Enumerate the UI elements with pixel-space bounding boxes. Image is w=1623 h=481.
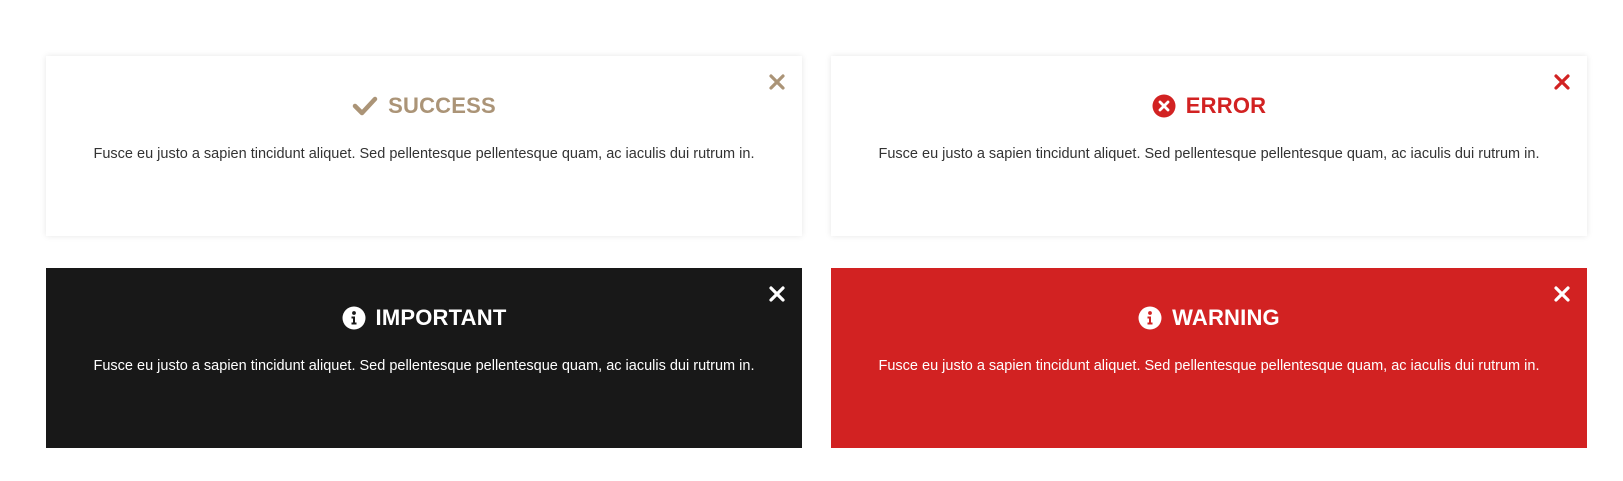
alert-heading: SUCCESS <box>46 86 802 126</box>
alert-heading: WARNING <box>831 298 1587 338</box>
alert-message: Fusce eu justo a sapien tincidunt alique… <box>93 358 755 374</box>
alert-title: WARNING <box>1172 305 1280 330</box>
alert-title: ERROR <box>1185 93 1267 118</box>
alert-message: Fusce eu justo a sapien tincidunt alique… <box>878 358 1540 374</box>
times-circle-icon <box>1152 94 1176 118</box>
alert-message: Fusce eu justo a sapien tincidunt alique… <box>878 146 1540 162</box>
alert-important: IMPORTANT Fusce eu justo a sapien tincid… <box>46 268 802 448</box>
alert-heading: ERROR <box>831 86 1587 126</box>
info-circle-icon <box>342 306 366 330</box>
alerts-container: SUCCESS Fusce eu justo a sapien tincidun… <box>0 0 1623 481</box>
alert-heading: IMPORTANT <box>46 298 802 338</box>
alert-error: ERROR Fusce eu justo a sapien tincidunt … <box>831 56 1587 236</box>
alert-warning: WARNING Fusce eu justo a sapien tincidun… <box>831 268 1587 448</box>
alert-success: SUCCESS Fusce eu justo a sapien tincidun… <box>46 56 802 236</box>
check-icon <box>352 95 378 117</box>
alert-title: SUCCESS <box>388 93 496 118</box>
alert-title: IMPORTANT <box>375 305 507 330</box>
info-circle-icon <box>1138 306 1162 330</box>
alert-message: Fusce eu justo a sapien tincidunt alique… <box>93 146 755 162</box>
